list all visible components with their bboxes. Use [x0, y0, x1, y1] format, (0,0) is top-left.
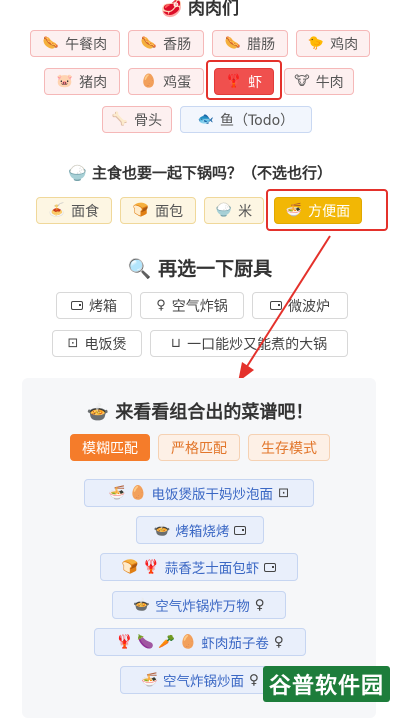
recipe-link[interactable]: 🍲 烤箱烧烤: [136, 516, 264, 544]
watermark-logo: 谷普软件园: [262, 666, 390, 702]
recipe-name: 蒜香芝士面包虾: [164, 561, 260, 577]
recipe-name: 空气炸锅炸万物: [155, 599, 250, 615]
recipe-link[interactable]: 🍜 🥚 电饭煲版干妈炒泡面 ⊡: [84, 479, 314, 507]
mode-survival[interactable]: 生存模式: [248, 434, 330, 461]
ingredient-icons: 🍜: [141, 672, 158, 688]
pot-icon: 🍲: [86, 402, 110, 423]
mode-fuzzy-match[interactable]: 模糊匹配: [70, 434, 150, 461]
oven-icon: [234, 525, 247, 535]
lightbulb-icon: ♀: [248, 672, 259, 688]
lightbulb-icon: ♀: [273, 634, 284, 650]
ingredient-icons: 🍲: [153, 522, 171, 538]
recipe-name: 电饭煲版干妈炒泡面: [151, 487, 274, 503]
recipe-name: 虾肉茄子卷: [201, 636, 269, 652]
microwave-icon: [264, 562, 277, 572]
recipe-link[interactable]: 🦞 🍆 🥕 🥚 虾肉茄子卷 ♀: [94, 628, 306, 656]
rice-cooker-icon: ⊡: [278, 485, 290, 501]
ingredient-icons: 🍞 🦞: [121, 559, 160, 575]
recipe-name: 空气炸锅炒面: [162, 674, 244, 690]
recipe-name: 烤箱烧烤: [175, 524, 230, 540]
lightbulb-icon: ♀: [254, 597, 265, 613]
ingredient-icons: 🍜 🥚: [108, 485, 147, 501]
recipe-link[interactable]: 🍲 空气炸锅炸万物 ♀: [112, 591, 286, 619]
mode-strict-match[interactable]: 严格匹配: [158, 434, 240, 461]
recipe-link[interactable]: 🍞 🦞 蒜香芝士面包虾: [100, 553, 298, 581]
results-section-title: 🍲 来看看组合出的菜谱吧！: [0, 398, 400, 424]
results-title-text: 来看看组合出的菜谱吧！: [115, 402, 314, 423]
ingredient-icons: 🦞 🍆 🥕 🥚: [116, 634, 197, 650]
recipe-link[interactable]: 🍜 空气炸锅炒面 ♀: [120, 666, 280, 694]
ingredient-icons: 🍲: [133, 597, 151, 613]
